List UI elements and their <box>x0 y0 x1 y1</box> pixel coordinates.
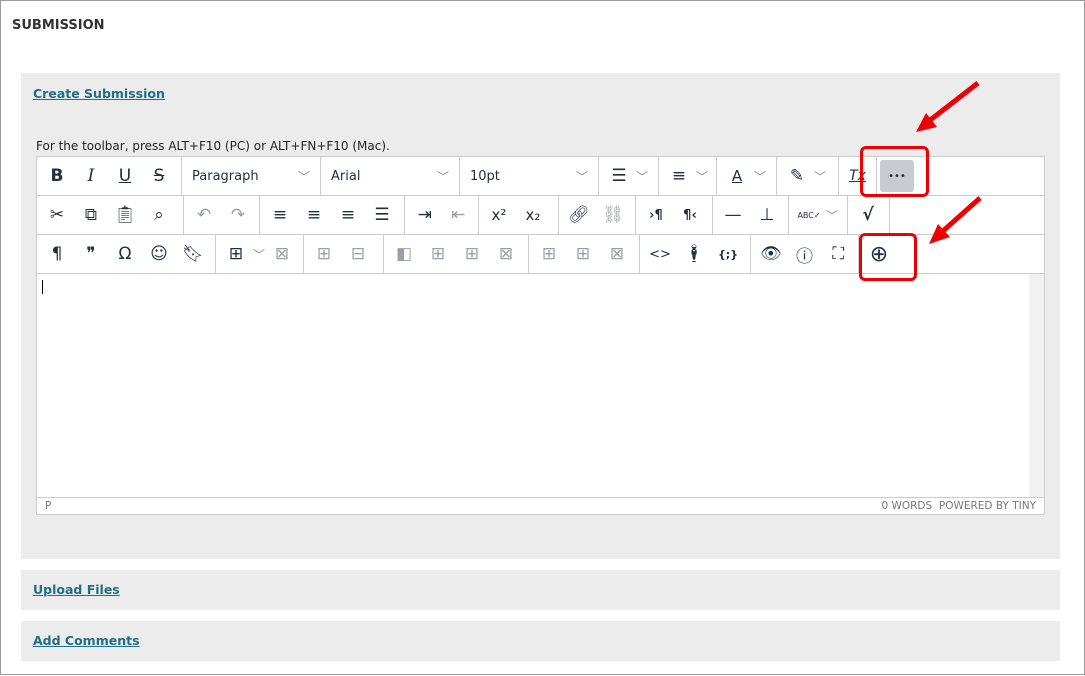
arrow-to-plus <box>941 196 982 233</box>
annotation-arrows <box>916 81 982 244</box>
arrow-to-more <box>927 81 980 123</box>
